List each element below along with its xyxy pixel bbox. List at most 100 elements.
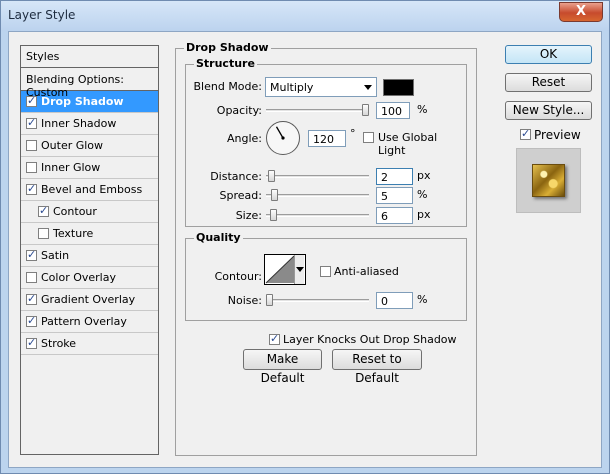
distance-label: Distance: — [210, 170, 262, 183]
style-item-checkbox[interactable] — [26, 116, 37, 129]
style-item-inner-glow[interactable]: Inner Glow — [21, 157, 158, 179]
angle-field[interactable]: 120 — [308, 130, 346, 147]
style-item-checkbox[interactable] — [26, 94, 37, 107]
anti-aliased-checkbox[interactable] — [320, 266, 331, 277]
style-item-label: Outer Glow — [41, 139, 104, 152]
style-item-inner-shadow[interactable]: Inner Shadow — [21, 113, 158, 135]
style-item-label: Stroke — [41, 337, 77, 350]
blend-mode-value: Multiply — [270, 81, 314, 94]
style-item-satin[interactable]: Satin — [21, 245, 158, 267]
size-field[interactable]: 6 — [376, 207, 413, 224]
structure-group: Structure Blend Mode: Multiply Opacity: … — [185, 57, 467, 227]
new-style-button[interactable]: New Style... — [505, 101, 592, 120]
reset-to-default-button[interactable]: Reset to Default — [332, 349, 422, 385]
style-item-label: Bevel and Emboss — [41, 183, 143, 196]
style-item-checkbox[interactable] — [26, 140, 37, 151]
contour-dropdown-icon[interactable] — [294, 255, 304, 284]
drop-shadow-title: Drop Shadow — [184, 41, 271, 54]
style-item-texture[interactable]: Texture — [21, 223, 158, 245]
opacity-slider[interactable] — [266, 104, 369, 116]
style-item-bevel-and-emboss[interactable]: Bevel and Emboss — [21, 179, 158, 201]
layer-style-window: Layer Style X Styles Blending Options: C… — [0, 0, 610, 474]
style-item-label: Drop Shadow — [41, 95, 124, 108]
style-item-label: Inner Shadow — [41, 117, 117, 130]
close-button[interactable]: X — [559, 2, 603, 22]
style-item-label: Color Overlay — [41, 271, 116, 284]
size-slider[interactable] — [266, 209, 369, 221]
noise-slider[interactable] — [266, 294, 369, 306]
style-item-checkbox[interactable] — [38, 228, 49, 239]
styles-header[interactable]: Styles — [21, 46, 158, 68]
quality-group: Quality Contour: Anti-aliased Noise: 0 % — [185, 231, 467, 321]
ok-button[interactable]: OK — [505, 45, 592, 64]
distance-unit: px — [417, 169, 431, 182]
preview-label: Preview — [534, 128, 581, 142]
window-title: Layer Style — [8, 8, 76, 22]
spread-label: Spread: — [219, 189, 262, 202]
distance-slider[interactable] — [266, 170, 369, 182]
blend-mode-select[interactable]: Multiply — [265, 77, 377, 97]
style-item-checkbox[interactable] — [26, 182, 37, 195]
style-item-gradient-overlay[interactable]: Gradient Overlay — [21, 289, 158, 311]
style-item-stroke[interactable]: Stroke — [21, 333, 158, 355]
blending-options-item[interactable]: Blending Options: Custom — [21, 68, 158, 99]
style-item-contour[interactable]: Contour — [21, 201, 158, 223]
use-global-light-label: Use Global Light — [378, 131, 438, 157]
size-slider-thumb[interactable] — [270, 209, 277, 221]
style-item-drop-shadow[interactable]: Drop Shadow — [21, 91, 158, 113]
style-item-checkbox[interactable] — [38, 204, 49, 217]
structure-title: Structure — [194, 57, 257, 70]
style-item-checkbox[interactable] — [26, 292, 37, 305]
spread-slider-thumb[interactable] — [271, 189, 278, 201]
title-bar[interactable]: Layer Style X — [1, 1, 609, 31]
style-item-checkbox[interactable] — [26, 314, 37, 327]
contour-picker[interactable] — [264, 254, 306, 285]
make-default-button[interactable]: Make Default — [243, 349, 322, 385]
style-item-label: Texture — [53, 227, 94, 240]
close-icon: X — [575, 4, 587, 19]
noise-unit: % — [417, 293, 428, 306]
style-preview-thumbnail — [516, 148, 581, 213]
style-item-outer-glow[interactable]: Outer Glow — [21, 135, 158, 157]
shadow-color-swatch[interactable] — [383, 79, 414, 96]
contour-label: Contour: — [214, 270, 262, 283]
size-unit: px — [417, 208, 431, 221]
style-items: Drop Shadow Inner Shadow Outer Glow Inner G… — [21, 91, 158, 355]
spread-unit: % — [417, 188, 428, 201]
size-label: Size: — [235, 209, 262, 222]
knockout-label: Layer Knocks Out Drop Shadow — [283, 333, 457, 346]
style-item-checkbox[interactable] — [26, 248, 37, 261]
style-item-checkbox[interactable] — [26, 162, 37, 173]
preview-checkbox[interactable] — [520, 127, 531, 140]
gold-tile-preview — [532, 164, 565, 197]
style-item-label: Inner Glow — [41, 161, 101, 174]
style-item-label: Satin — [41, 249, 70, 262]
knockout-checkbox[interactable] — [269, 332, 280, 345]
distance-slider-thumb[interactable] — [268, 170, 275, 182]
style-item-label: Contour — [53, 205, 97, 218]
noise-slider-thumb[interactable] — [266, 294, 273, 306]
style-item-label: Gradient Overlay — [41, 293, 136, 306]
reset-button[interactable]: Reset — [505, 73, 592, 92]
spread-slider[interactable] — [266, 189, 369, 201]
style-item-pattern-overlay[interactable]: Pattern Overlay — [21, 311, 158, 333]
opacity-slider-thumb[interactable] — [362, 104, 369, 116]
distance-field[interactable]: 2 — [376, 168, 413, 185]
style-item-color-overlay[interactable]: Color Overlay — [21, 267, 158, 289]
blend-mode-label: Blend Mode: — [193, 80, 263, 93]
styles-list: Styles Blending Options: Custom Drop Sha… — [20, 45, 159, 455]
use-global-light-checkbox[interactable] — [363, 132, 374, 143]
chevron-down-icon — [364, 85, 372, 90]
dialog-client-area: Styles Blending Options: Custom Drop Sha… — [8, 31, 602, 468]
style-item-checkbox[interactable] — [26, 336, 37, 349]
opacity-field[interactable]: 100 — [376, 102, 410, 119]
quality-title: Quality — [194, 231, 243, 244]
spread-field[interactable]: 5 — [376, 187, 413, 204]
drop-shadow-group: Drop Shadow Structure Blend Mode: Multip… — [175, 41, 477, 456]
noise-field[interactable]: 0 — [376, 292, 413, 309]
angle-dial[interactable] — [265, 120, 301, 156]
anti-aliased-label: Anti-aliased — [334, 265, 399, 278]
noise-label: Noise: — [227, 294, 262, 307]
style-item-checkbox[interactable] — [26, 272, 37, 283]
angle-label: Angle: — [226, 132, 262, 145]
